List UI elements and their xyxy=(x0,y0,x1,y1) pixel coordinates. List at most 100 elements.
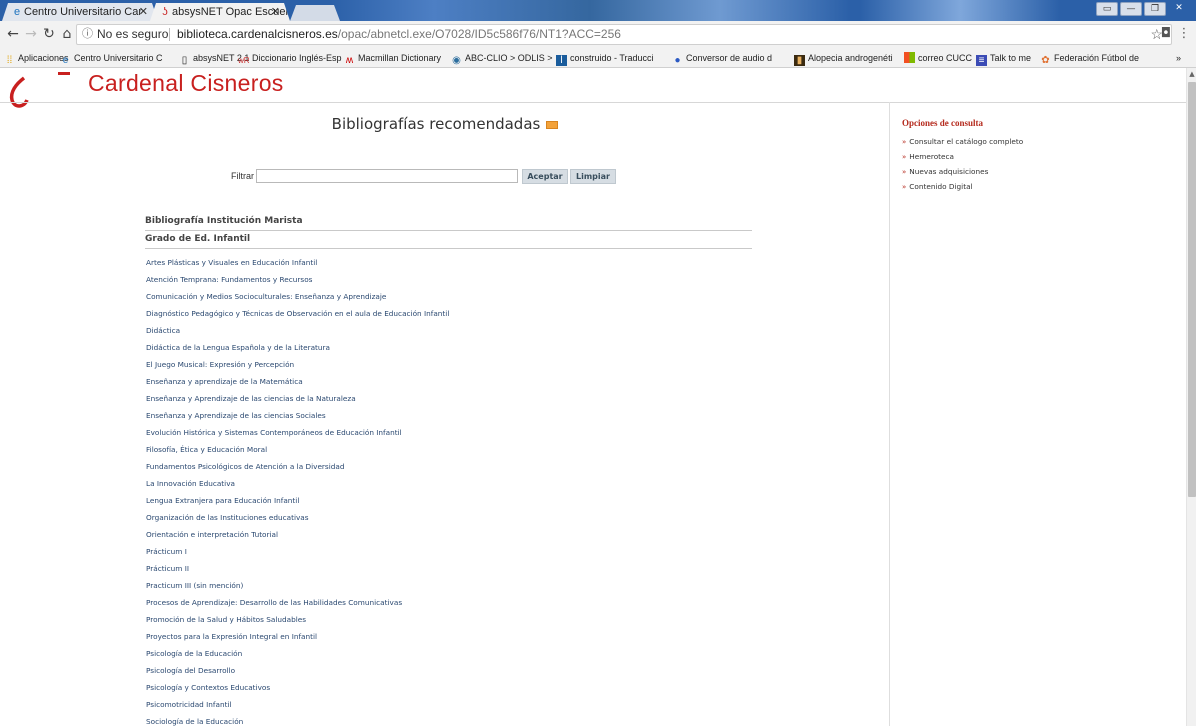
course-link[interactable]: Fundamentos Psicológicos de Atención a l… xyxy=(146,461,746,478)
course-link[interactable]: Filosofía, Ética y Educación Moral xyxy=(146,444,746,461)
filter-label: Filtrar xyxy=(231,171,254,181)
section-subtitle: Grado de Ed. Infantil xyxy=(145,234,251,244)
course-link[interactable]: Didáctica de la Lengua Española y de la … xyxy=(146,342,746,359)
course-link[interactable]: Diagnóstico Pedagógico y Técnicas de Obs… xyxy=(146,308,746,325)
course-link[interactable]: Orientación e interpretación Tutorial xyxy=(146,529,746,546)
course-link[interactable]: Atención Temprana: Fundamentos y Recurso… xyxy=(146,274,746,291)
sidebar-link-label: Nuevas adquisiciones xyxy=(909,167,989,176)
chevron-right-icon: » xyxy=(902,168,907,176)
bookmark-label: Centro Universitario C xyxy=(74,53,163,63)
course-link[interactable]: Promoción de la Salud y Hábitos Saludabl… xyxy=(146,614,746,631)
close-window-button[interactable]: ✕ xyxy=(1168,2,1190,16)
bookmark-centro-universitario[interactable]: e Centro Universitario C xyxy=(60,51,163,66)
back-arrow-icon[interactable]: ← xyxy=(4,25,22,43)
bookmark-alopecia[interactable]: ▮ Alopecia androgenéti xyxy=(794,51,893,66)
course-link[interactable]: Comunicación y Medios Socioculturales: E… xyxy=(146,291,746,308)
section-divider xyxy=(145,230,752,231)
course-link[interactable]: La Innovación Educativa xyxy=(146,478,746,495)
bookmark-correo[interactable]: correo CUCC xyxy=(904,51,972,65)
wr-icon: wR xyxy=(238,56,250,65)
course-link[interactable]: Evolución Histórica y Sistemas Contempor… xyxy=(146,427,746,444)
alopecia-icon: ▮ xyxy=(794,55,805,66)
browser-tab-bar: e Centro Universitario Car ✕ ʖ absysNET … xyxy=(0,0,1196,21)
course-link[interactable]: Proyectos para la Expresión Integral en … xyxy=(146,631,746,648)
bookmarks-overflow[interactable]: » xyxy=(1176,51,1181,65)
course-link[interactable]: Psicología de la Educación xyxy=(146,648,746,665)
sidebar-link-hemeroteca[interactable]: » Hemeroteca xyxy=(902,151,1023,166)
bookmark-conversor[interactable]: ● Conversor de audio d xyxy=(672,51,773,66)
bookmark-talk-to-me[interactable]: ≡ Talk to me xyxy=(976,51,1032,66)
close-icon[interactable]: ✕ xyxy=(139,3,148,21)
bookmark-construido[interactable]: l construido - Traducci xyxy=(556,51,654,66)
linguee-icon: l xyxy=(556,55,567,66)
course-link[interactable]: Didáctica xyxy=(146,325,746,342)
sidebar-link-catalogo[interactable]: » Consultar el catálogo completo xyxy=(902,136,1023,151)
course-link[interactable]: Psicomotricidad Infantil xyxy=(146,699,746,716)
sidebar-link-adquisiciones[interactable]: » Nuevas adquisiciones xyxy=(902,166,1023,181)
filter-input[interactable] xyxy=(256,169,518,183)
bookmark-abc-clio[interactable]: ◉ ABC-CLIO > ODLIS > xyxy=(451,51,553,66)
accept-button[interactable]: Aceptar xyxy=(522,169,568,184)
tab-absysnet[interactable]: ʖ absysNET Opac Escuela ✕ xyxy=(150,3,290,21)
page-title-text: Bibliografías recomendadas xyxy=(331,115,541,133)
abc-clio-icon: ◉ xyxy=(452,55,461,66)
chevron-right-icon: » xyxy=(902,138,907,146)
course-link[interactable]: Prácticum I xyxy=(146,546,746,563)
info-icon[interactable]: ⓘ xyxy=(82,25,93,44)
bookmark-federacion[interactable]: ✿ Federación Fútbol de xyxy=(1040,51,1139,66)
url-domain: biblioteca.cardenalcisneros.es xyxy=(177,27,338,41)
address-bar[interactable]: ⓘ No es seguro biblioteca.cardenalcisner… xyxy=(76,24,1172,45)
bookmark-macmillan[interactable]: ʍ Macmillan Dictionary xyxy=(344,51,441,66)
course-link[interactable]: Lengua Extranjera para Educación Infanti… xyxy=(146,495,746,512)
extension-icon[interactable]: ◘ xyxy=(1158,25,1174,43)
maximize-button[interactable]: ❐ xyxy=(1144,2,1166,16)
site-logo-text[interactable]: Cardenal Cisneros xyxy=(88,70,284,97)
minimize-button[interactable]: — xyxy=(1120,2,1142,16)
section-title: Bibliografía Institución Marista xyxy=(145,216,303,226)
bookmark-label: ABC-CLIO > ODLIS > xyxy=(465,53,553,63)
course-link[interactable]: Psicología y Contextos Educativos xyxy=(146,682,746,699)
page-title: Bibliografías recomendadas xyxy=(0,115,890,133)
url-text: biblioteca.cardenalcisneros.es/opac/abne… xyxy=(177,25,621,44)
microsoft-icon xyxy=(904,52,915,63)
tab-centro-universitario[interactable]: e Centro Universitario Car ✕ xyxy=(2,3,158,21)
rss-icon[interactable] xyxy=(546,121,559,129)
sidebar-link-contenido-digital[interactable]: » Contenido Digital xyxy=(902,181,1023,196)
course-link[interactable]: Enseñanza y aprendizaje de la Matemática xyxy=(146,376,746,393)
course-link[interactable]: Prácticum II xyxy=(146,563,746,580)
course-link[interactable]: Enseñanza y Aprendizaje de las ciencias … xyxy=(146,410,746,427)
home-icon[interactable]: ⌂ xyxy=(58,25,76,43)
course-link[interactable]: Organización de las Instituciones educat… xyxy=(146,512,746,529)
security-label: No es seguro xyxy=(97,27,169,41)
bookmark-diccionario[interactable]: wR Diccionario Inglés-Esp xyxy=(238,51,342,65)
bookmark-label: Talk to me xyxy=(990,53,1032,63)
user-icon[interactable]: ▭ xyxy=(1096,2,1118,16)
vertical-scrollbar[interactable]: ▲ xyxy=(1186,68,1196,726)
bookmark-apps[interactable]: ⁞⁞ Aplicaciones xyxy=(4,51,69,66)
tab-label: Centro Universitario Car xyxy=(24,6,142,18)
course-link[interactable]: Psicología del Desarrollo xyxy=(146,665,746,682)
scroll-up-arrow-icon[interactable]: ▲ xyxy=(1188,70,1196,78)
bookmark-label: Alopecia androgenéti xyxy=(808,53,893,63)
bookmark-label: correo CUCC xyxy=(918,53,973,63)
menu-icon[interactable]: ⋮ xyxy=(1176,25,1192,43)
bookmark-label: Diccionario Inglés-Esp xyxy=(252,53,342,63)
new-tab-button[interactable] xyxy=(290,5,340,21)
course-link[interactable]: Enseñanza y Aprendizaje de las ciencias … xyxy=(146,393,746,410)
course-link[interactable]: Practicum III (sin mención) xyxy=(146,580,746,597)
course-link[interactable]: Sociología de la Educación xyxy=(146,716,746,726)
sidebar-link-label: Contenido Digital xyxy=(909,182,973,191)
course-link[interactable]: Procesos de Aprendizaje: Desarrollo de l… xyxy=(146,597,746,614)
header-divider xyxy=(0,102,1186,103)
federacion-icon: ✿ xyxy=(1041,55,1050,66)
bookmarks-bar: ⁞⁞ Aplicaciones e Centro Universitario C ▯… xyxy=(0,48,1196,68)
clear-button[interactable]: Limpiar xyxy=(570,169,616,184)
reload-icon[interactable]: ↻ xyxy=(40,25,58,43)
scrollbar-thumb[interactable] xyxy=(1188,82,1196,497)
conversor-icon: ● xyxy=(674,55,681,66)
course-link[interactable]: El Juego Musical: Expresión y Percepción xyxy=(146,359,746,376)
forward-arrow-icon[interactable]: → xyxy=(22,25,40,43)
bookmark-label: Conversor de audio d xyxy=(686,53,773,63)
course-link[interactable]: Artes Plásticas y Visuales en Educación … xyxy=(146,257,746,274)
close-icon[interactable]: ✕ xyxy=(271,3,280,21)
